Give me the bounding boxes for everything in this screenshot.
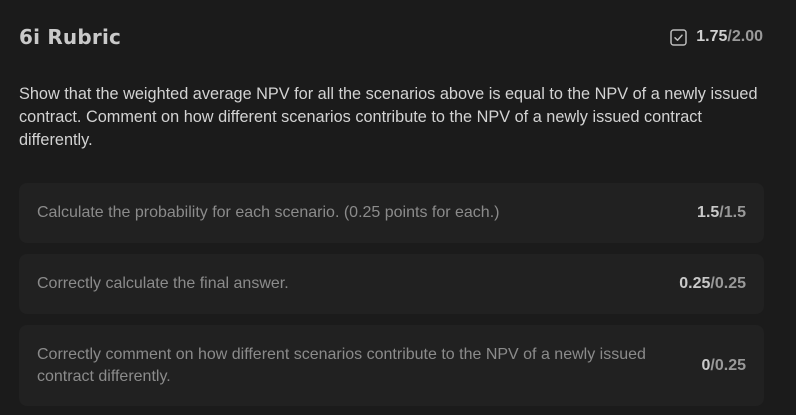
rubric-item-score-earned: 1.5 [697,204,720,221]
rubric-item-score: 0/0.25 [702,357,747,375]
rubric-header: 6i Rubric 1.75/2.00 [19,0,777,74]
rubric-total-score: 1.75/2.00 [670,28,763,46]
rubric-item: Correctly comment on how different scena… [19,325,764,406]
rubric-item-score: 0.25/0.25 [679,275,746,293]
rubric-score-text: 1.75/2.00 [696,28,763,46]
rubric-item-score-total: 1.5 [723,204,746,221]
rubric-item-score: 1.5/1.5 [697,204,746,222]
rubric-item-criterion: Correctly calculate the final answer. [37,275,289,292]
rubric-score-total: 2.00 [731,28,763,45]
rubric-item-score-total: 0.25 [714,275,746,292]
rubric-item: Correctly calculate the final answer. 0.… [19,254,764,314]
rubric-item-score-earned: 0.25 [679,275,711,292]
rubric-card: 6i Rubric 1.75/2.00 Show that the weight… [0,0,796,415]
rubric-question: Show that the weighted average NPV for a… [19,85,758,149]
rubric-item-criterion: Correctly comment on how different scena… [37,345,646,385]
checkbox-check-icon [670,28,688,46]
rubric-title: 6i Rubric [19,25,122,49]
rubric-item-score-total: 0.25 [714,356,746,374]
rubric-item: Calculate the probability for each scena… [19,183,764,243]
rubric-items-list: Calculate the probability for each scena… [19,183,777,406]
rubric-item-criterion: Calculate the probability for each scena… [37,204,500,221]
rubric-score-earned: 1.75 [696,28,728,45]
